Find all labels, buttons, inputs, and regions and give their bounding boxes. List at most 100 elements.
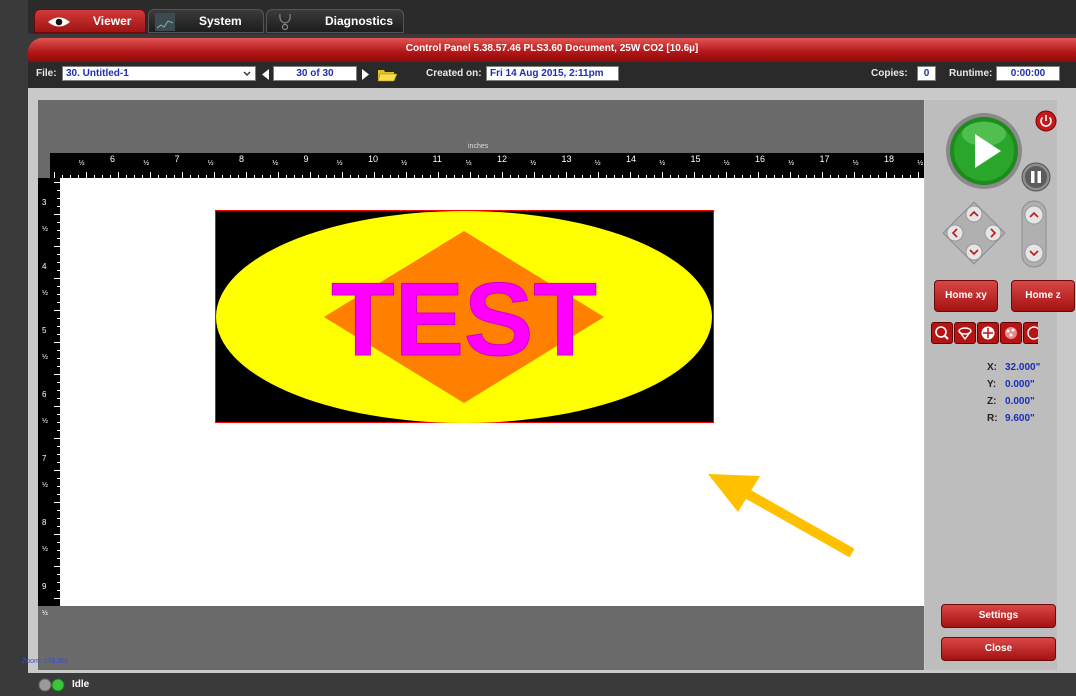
runtime-label: Runtime: [949,68,993,79]
ruler-half-label: ½ [659,160,666,167]
ruler-number: 5 [42,326,47,335]
control-panel-window: Viewer System Diagnostics Control Panel … [0,0,1076,696]
created-value: Fri 14 Aug 2015, 2:11pm [486,66,619,81]
ruler-half-label: ½ [272,160,279,167]
ruler-number: 7 [42,454,47,463]
ruler-number: 16 [755,154,766,164]
tab-system-label: System [199,14,242,28]
ruler-half-label: ½ [465,160,472,167]
coord-x-value: 32.000" [1005,362,1041,373]
eye-icon [48,17,70,27]
coord-x: X: 32.000" [987,362,1057,376]
coord-x-label: X: [987,362,997,373]
pause-icon [1031,171,1035,183]
ruler-half-label: ½ [788,160,795,167]
focus-tool-button[interactable] [954,322,976,344]
file-select-value: 30. Untitled-1 [66,68,129,79]
open-folder-icon[interactable] [377,67,397,82]
pause-button[interactable] [1021,162,1051,192]
z-jog-pad[interactable] [1019,198,1049,270]
zoom-level: Zoom: 178.3% [22,658,68,665]
coord-y-label: Y: [987,379,997,390]
tab-viewer-label: Viewer [93,14,132,28]
title-bar: Control Panel 5.38.57.46 PLS3.60 Documen… [28,38,1076,62]
ruler-half-label: ½ [336,160,343,167]
ruler-number: 18 [884,154,895,164]
artwork-graphic[interactable]: TEST [215,210,715,424]
z-down-button [1024,243,1044,263]
home-xy-button[interactable]: Home xy [934,280,998,312]
move-tool-button[interactable] [977,322,999,344]
status-indicator-icon [38,678,65,692]
canvas-frame: inches ½ 6 ½ 7 ½ 8 ½ 9 ½ 10 ½ 11 ½ 12 ½ 13 ½ 14 ½ 15 ½ 16 ½ 17 ½… [38,100,924,670]
ruler-half-label: ½ [723,160,730,167]
magnify-tool-button[interactable] [931,322,953,344]
settings-button[interactable]: Settings [941,604,1056,628]
ruler-half-label: ½ [42,418,48,425]
pattern-tool-button[interactable] [1000,322,1022,344]
coord-r: R: 9.600" [987,413,1057,427]
tab-diagnostics[interactable]: Diagnostics [266,9,404,33]
ruler-number: 17 [819,154,830,164]
chevron-down-icon [243,71,251,76]
previous-arrow-icon[interactable] [262,69,270,80]
ruler-number: 8 [42,518,47,527]
ruler-number: 11 [432,154,442,164]
ruler-number: 6 [42,390,47,399]
ruler-half-label: ½ [401,160,408,167]
artwork-text: TEST [331,262,597,378]
tab-bar: Viewer System Diagnostics [28,0,1076,34]
z-up-button [1024,205,1044,225]
ruler-number: 6 [110,154,116,164]
ruler-number: 4 [42,262,47,271]
ruler-half-label: ½ [917,160,924,167]
coord-z-label: Z: [987,396,997,407]
file-label: File: [36,68,57,79]
file-select[interactable]: 30. Untitled-1 [62,66,256,81]
ruler-half-label: ½ [42,290,48,297]
play-button[interactable] [945,112,1023,190]
ruler-half-label: ½ [42,546,48,553]
clock-icon [1027,326,1041,340]
magnifier-icon [935,326,949,340]
ruler-number: 8 [239,154,245,164]
created-label: Created on: [426,68,482,79]
ruler-number: 13 [561,154,572,164]
home-z-button[interactable]: Home z [1011,280,1075,312]
ruler-number: 3 [42,198,47,207]
copies-label: Copies: [871,68,908,79]
coord-y-value: 0.000" [1005,379,1035,390]
next-arrow-icon[interactable] [361,69,369,80]
ruler-half-label: ½ [143,160,150,167]
page-counter: 30 of 30 [273,66,357,81]
jog-right-button [984,224,1002,242]
file-bar: File: 30. Untitled-1 30 of 30 Created on… [28,62,1076,88]
ruler-number: 10 [368,154,379,164]
runtime-value: 0:00:00 [996,66,1060,81]
ruler-unit-label: inches [468,143,489,150]
timer-tool-button[interactable] [1023,322,1041,344]
status-bar: Idle [0,673,1076,696]
ruler-half-label: ½ [78,160,85,167]
tab-viewer[interactable]: Viewer [34,9,146,33]
control-sidebar: Home xy Home z X: 32.000" Y: 0.000" Z: 0… [925,100,1075,670]
copies-input[interactable]: 0 [917,66,936,81]
ruler-number: 15 [690,154,701,164]
jog-down-button [965,243,983,261]
jog-up-button [965,205,983,223]
jog-left-button [946,224,964,242]
ruler-half-label: ½ [42,354,48,361]
xy-jog-pad[interactable] [941,200,1007,266]
coord-y: Y: 0.000" [987,379,1057,393]
coord-r-value: 9.600" [1005,413,1035,424]
pattern-icon [1005,327,1017,339]
close-button[interactable]: Close [941,637,1056,661]
move-arrows-icon [981,326,995,340]
ruler-number: 7 [174,154,180,164]
stethoscope-icon [279,13,291,31]
tab-system[interactable]: System [148,9,264,33]
power-button[interactable] [1035,110,1057,132]
ruler-half-label: ½ [207,160,214,167]
ruler-half-label: ½ [852,160,859,167]
ruler-number: 9 [42,582,47,591]
